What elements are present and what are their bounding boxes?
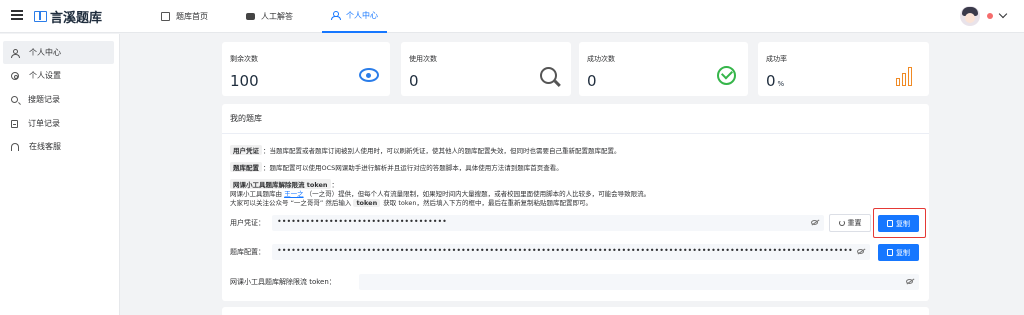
divider bbox=[222, 133, 929, 134]
tab-label: 题库首页 bbox=[176, 12, 208, 21]
magnifier-icon bbox=[540, 67, 557, 84]
top-bar: 言溪题库 题库首页 人工解答 个人中心 bbox=[0, 0, 1024, 33]
chevron-down-icon[interactable] bbox=[998, 9, 1008, 19]
gear-icon bbox=[11, 71, 19, 80]
credential-tag: 用户凭证 bbox=[230, 145, 262, 155]
stat-value: 100 bbox=[230, 72, 259, 90]
config-tag: 题库配置 bbox=[230, 162, 262, 172]
stat-label: 成功次数 bbox=[587, 55, 615, 63]
sidebar-item-orders[interactable]: 订单记录 bbox=[3, 112, 114, 135]
headset-icon bbox=[11, 142, 19, 151]
document-icon bbox=[11, 119, 18, 128]
eye-icon bbox=[359, 68, 379, 82]
sidebar: 个人中心 个人设置 搜题记录 订单记录 在线客服 bbox=[0, 34, 120, 315]
sidebar-item-label: 在线客服 bbox=[29, 142, 61, 151]
panel-title: 我的题库 bbox=[230, 114, 262, 123]
eye-slash-icon[interactable] bbox=[857, 249, 864, 254]
sidebar-item-label: 搜题记录 bbox=[28, 95, 60, 104]
sidebar-item-label: 个人中心 bbox=[29, 48, 61, 57]
clipboard-icon bbox=[887, 249, 893, 256]
stat-card-used: 使用次数 0 bbox=[401, 42, 571, 96]
stat-card-success-rate: 成功率 0% bbox=[758, 42, 929, 96]
credential-note: 用户凭证 ：当题库配置或者题库订阅被别人使用时，可以刷新凭证，使其他人的题库配置失… bbox=[230, 145, 621, 155]
brand-title: 言溪题库 bbox=[50, 10, 103, 26]
brand[interactable]: 言溪题库 bbox=[34, 8, 103, 26]
stat-label: 剩余次数 bbox=[230, 55, 258, 63]
token-input[interactable] bbox=[359, 274, 919, 290]
sidebar-item-online-support[interactable]: 在线客服 bbox=[3, 135, 114, 158]
user-icon bbox=[331, 11, 341, 20]
menu-icon[interactable] bbox=[11, 10, 23, 20]
avatar[interactable] bbox=[960, 6, 980, 26]
tab-personal-center[interactable]: 个人中心 bbox=[322, 0, 387, 33]
user-icon bbox=[11, 48, 20, 58]
config-note: 题库配置 ：题库配置可以使用OCS网课助手进行解析并且运行对应的答题脚本，具体使用… bbox=[230, 162, 563, 172]
stat-label: 成功率 bbox=[766, 55, 787, 63]
sidebar-item-search-history[interactable]: 搜题记录 bbox=[3, 88, 114, 111]
sidebar-item-settings[interactable]: 个人设置 bbox=[3, 64, 114, 87]
status-dot bbox=[987, 13, 993, 19]
refresh-icon bbox=[838, 220, 845, 226]
tab-label: 人工解答 bbox=[261, 12, 293, 21]
book-logo-icon bbox=[34, 10, 47, 22]
my-question-bank-panel: 我的题库 用户凭证 ：当题库配置或者题库订阅被别人使用时，可以刷新凭证，使其他人的… bbox=[222, 104, 929, 301]
tab-question-bank-home[interactable]: 题库首页 bbox=[161, 0, 208, 33]
config-label: 题库配置： bbox=[230, 248, 265, 256]
highlight-box bbox=[873, 208, 926, 238]
credential-field[interactable]: •••••••••••••••••••••••••••••••••••• bbox=[272, 215, 824, 231]
eye-slash-icon[interactable] bbox=[906, 279, 913, 284]
eye-slash-icon[interactable] bbox=[811, 220, 818, 225]
stat-label: 使用次数 bbox=[409, 55, 437, 63]
token-note-line2: 大家可以关注公众号 “一之哥哥” 然后输入 token 获取 token，然后填… bbox=[230, 199, 593, 207]
check-circle-icon bbox=[717, 66, 736, 85]
stat-value: 0 bbox=[409, 72, 419, 90]
stat-value: 0% bbox=[766, 72, 785, 90]
sidebar-item-personal-center[interactable]: 个人中心 bbox=[3, 41, 114, 64]
bar-chart-icon bbox=[896, 66, 916, 86]
token-label: 网课小工具题库解除限流 token： bbox=[230, 278, 336, 286]
sidebar-item-label: 个人设置 bbox=[29, 71, 61, 80]
stat-card-remaining: 剩余次数 100 bbox=[222, 42, 390, 96]
credential-value: •••••••••••••••••••••••••••••••••••• bbox=[277, 217, 447, 226]
copy-config-button[interactable]: 复制 bbox=[878, 244, 919, 261]
stat-value: 0 bbox=[587, 72, 597, 90]
config-value: ••••••••••••••••••••••••••••••••••••••••… bbox=[277, 246, 852, 255]
search-icon bbox=[11, 96, 18, 103]
config-field[interactable]: ••••••••••••••••••••••••••••••••••••••••… bbox=[272, 244, 870, 260]
stat-card-success: 成功次数 0 bbox=[579, 42, 748, 96]
tab-label: 个人中心 bbox=[346, 11, 378, 20]
reset-button[interactable]: 重置 bbox=[829, 214, 871, 232]
sidebar-item-label: 订单记录 bbox=[28, 119, 60, 128]
credential-label: 用户凭证： bbox=[230, 219, 265, 227]
token-tag: token bbox=[353, 199, 381, 207]
tab-manual-answer[interactable]: 人工解答 bbox=[246, 0, 293, 33]
robot-icon bbox=[246, 13, 255, 20]
book-icon bbox=[161, 12, 170, 21]
bottom-card bbox=[222, 307, 929, 315]
